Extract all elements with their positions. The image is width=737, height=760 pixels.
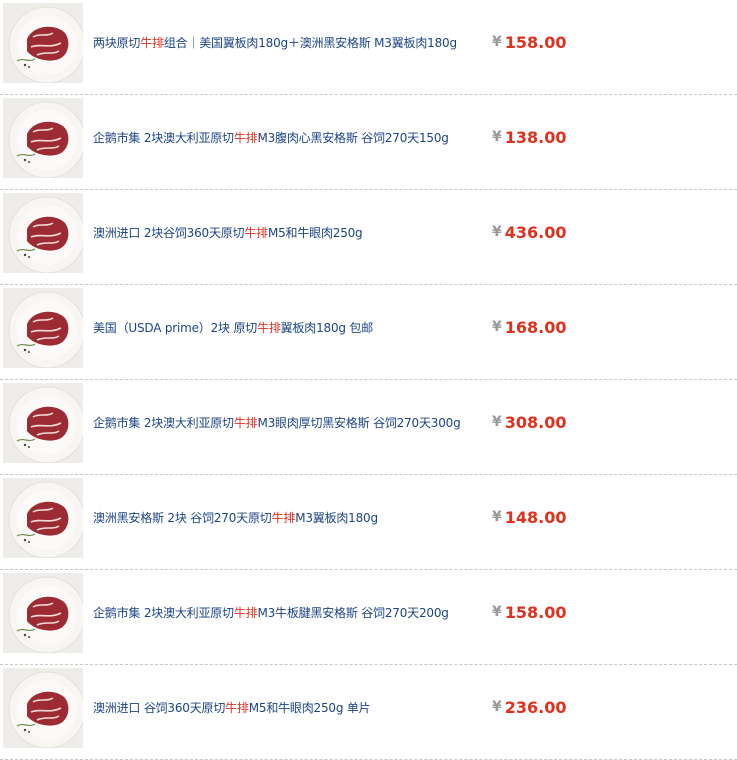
title-keyword-highlight: 牛排	[233, 130, 258, 145]
title-text: M3腹肉心黑安格斯 谷饲270天150g	[257, 130, 449, 145]
title-text: 澳洲进口 谷饲360天原切	[93, 700, 226, 715]
steak-photo[interactable]	[3, 383, 83, 463]
title-keyword-highlight: 牛排	[244, 225, 268, 240]
product-title[interactable]: 美国（USDA prime）2块 原切 牛排 翼板肉180g 包邮	[93, 285, 483, 369]
currency-symbol: ¥	[492, 129, 502, 145]
product-row[interactable]: 澳洲进口 谷饲360天原切 牛排 M5和牛眼肉250g 单片 ¥236.00	[0, 665, 737, 760]
title-text: 企鹅市集 2块澳大利亚原切	[93, 605, 234, 620]
title-text: 企鹅市集 2块澳大利亚原切	[93, 415, 234, 430]
price-value: 436.00	[504, 222, 567, 242]
price: ¥148.00	[492, 475, 567, 559]
title-keyword-highlight: 牛排	[271, 510, 296, 525]
title-text: 澳洲黑安格斯 2块 谷饲270天原切	[93, 510, 272, 525]
title-text: 翼板肉180g 包邮	[280, 320, 374, 335]
title-keyword-highlight: 牛排	[225, 700, 249, 715]
price-value: 236.00	[504, 697, 567, 717]
currency-symbol: ¥	[492, 319, 502, 335]
product-title[interactable]: 两块原切 牛排 组合｜美国翼板肉180g＋澳洲黑安格斯 M3翼板肉180g	[93, 0, 483, 84]
title-text: M3牛板腱黑安格斯 谷饲270天200g	[257, 605, 449, 620]
currency-symbol: ¥	[492, 509, 502, 525]
price: ¥168.00	[492, 285, 567, 369]
product-title[interactable]: 企鹅市集 2块澳大利亚原切 牛排 M3腹肉心黑安格斯 谷饲270天150g	[93, 95, 483, 179]
steak-photo[interactable]	[3, 193, 83, 273]
price: ¥308.00	[492, 380, 567, 464]
product-row[interactable]: 企鹅市集 2块澳大利亚原切 牛排 M3眼肉厚切黑安格斯 谷饲270天300g ¥30…	[0, 380, 737, 475]
steak-photo[interactable]	[3, 98, 83, 178]
title-text: 美国（USDA prime）2块 原切	[93, 320, 258, 335]
product-row[interactable]: 澳洲黑安格斯 2块 谷饲270天原切 牛排 M3翼板肉180g ¥148.00	[0, 475, 737, 570]
price-value: 148.00	[504, 507, 567, 527]
product-title[interactable]: 澳洲进口 2块谷饲360天原切 牛排 M5和牛眼肉250g	[93, 190, 483, 274]
price: ¥158.00	[492, 0, 567, 84]
currency-symbol: ¥	[492, 699, 502, 715]
title-keyword-highlight: 牛排	[257, 320, 281, 335]
price-value: 158.00	[504, 602, 567, 622]
title-text: M3翼板肉180g	[295, 510, 378, 525]
price-value: 308.00	[504, 412, 567, 432]
currency-symbol: ¥	[492, 414, 502, 430]
title-keyword-highlight: 牛排	[233, 605, 258, 620]
product-row[interactable]: 美国（USDA prime）2块 原切 牛排 翼板肉180g 包邮 ¥168.00	[0, 285, 737, 380]
steak-photo[interactable]	[3, 3, 83, 83]
product-row[interactable]: 企鹅市集 2块澳大利亚原切 牛排 M3腹肉心黑安格斯 谷饲270天150g ¥13…	[0, 95, 737, 190]
product-title[interactable]: 企鹅市集 2块澳大利亚原切 牛排 M3牛板腱黑安格斯 谷饲270天200g	[93, 570, 483, 654]
price-value: 158.00	[504, 32, 567, 52]
steak-photo[interactable]	[3, 478, 83, 558]
product-row[interactable]: 澳洲进口 2块谷饲360天原切 牛排 M5和牛眼肉250g ¥436.00	[0, 190, 737, 285]
price: ¥158.00	[492, 570, 567, 654]
product-row[interactable]: 两块原切 牛排 组合｜美国翼板肉180g＋澳洲黑安格斯 M3翼板肉180g ¥158…	[0, 0, 737, 95]
steak-photo[interactable]	[3, 288, 83, 368]
title-keyword-highlight: 牛排	[233, 415, 258, 430]
price-value: 138.00	[504, 127, 567, 147]
steak-photo[interactable]	[3, 668, 83, 748]
currency-symbol: ¥	[492, 604, 502, 620]
product-row[interactable]: 企鹅市集 2块澳大利亚原切 牛排 M3牛板腱黑安格斯 谷饲270天200g ¥15…	[0, 570, 737, 665]
title-text: M5和牛眼肉250g 单片	[248, 700, 371, 715]
currency-symbol: ¥	[492, 34, 502, 50]
title-text: 组合｜美国翼板肉180g＋澳洲黑安格斯 M3翼板肉180g	[163, 35, 457, 50]
title-text: 澳洲进口 2块谷饲360天原切	[93, 225, 245, 240]
price: ¥138.00	[492, 95, 567, 179]
steak-photo[interactable]	[3, 573, 83, 653]
title-text: M5和牛眼肉250g	[267, 225, 363, 240]
title-text: 两块原切	[93, 35, 141, 50]
title-keyword-highlight: 牛排	[140, 35, 164, 50]
price-value: 168.00	[504, 317, 567, 337]
title-text: M3眼肉厚切黑安格斯 谷饲270天300g	[257, 415, 461, 430]
price: ¥236.00	[492, 665, 567, 749]
product-title[interactable]: 澳洲进口 谷饲360天原切 牛排 M5和牛眼肉250g 单片	[93, 665, 483, 749]
product-title[interactable]: 澳洲黑安格斯 2块 谷饲270天原切 牛排 M3翼板肉180g	[93, 475, 483, 559]
product-title[interactable]: 企鹅市集 2块澳大利亚原切 牛排 M3眼肉厚切黑安格斯 谷饲270天300g	[93, 380, 483, 464]
price: ¥436.00	[492, 190, 567, 274]
currency-symbol: ¥	[492, 224, 502, 240]
title-text: 企鹅市集 2块澳大利亚原切	[93, 130, 234, 145]
